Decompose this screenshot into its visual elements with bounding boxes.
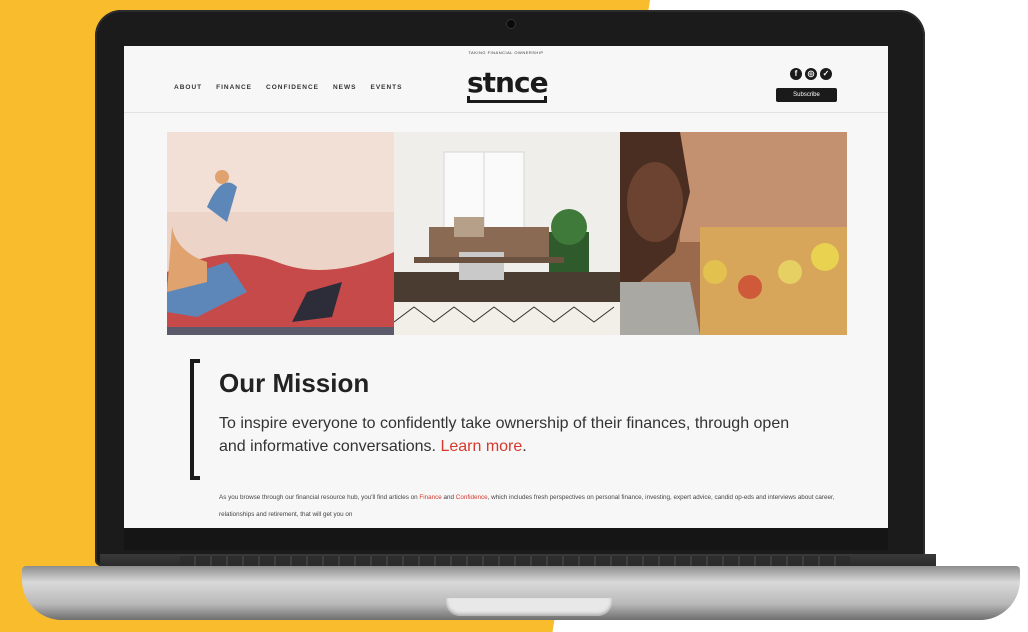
mission-title: Our Mission <box>219 368 370 398</box>
screen-bezel-bottom <box>124 528 888 550</box>
intro-paragraph: As you browse through our financial reso… <box>219 489 839 523</box>
laptop-opening-notch <box>446 598 612 616</box>
camera-icon <box>507 20 515 28</box>
mission-bracket <box>190 359 200 480</box>
learn-more-link[interactable]: Learn more <box>440 438 522 455</box>
site-tagline: Taking financial ownership <box>468 50 544 55</box>
confidence-link[interactable]: Confidence <box>456 494 488 501</box>
header-divider <box>124 112 888 113</box>
intro-part-1: As you browse through our financial reso… <box>219 494 420 501</box>
site-logo[interactable]: stnce <box>467 66 549 99</box>
hero-image-illustration <box>167 132 394 335</box>
nav-item-events[interactable]: EVENTS <box>370 84 402 91</box>
finance-link[interactable]: Finance <box>419 494 441 501</box>
twitter-icon[interactable]: ✓ <box>820 68 832 80</box>
nav-item-confidence[interactable]: CONFIDENCE <box>266 84 319 91</box>
main-nav: ABOUT FINANCE CONFIDENCE NEWS EVENTS <box>174 84 403 91</box>
nav-item-news[interactable]: NEWS <box>333 84 357 91</box>
social-links: f ◎ ✓ <box>790 68 832 80</box>
facebook-icon[interactable]: f <box>790 68 802 80</box>
laptop-screen: Taking financial ownership ABOUT FINANCE… <box>124 46 888 528</box>
instagram-icon[interactable]: ◎ <box>805 68 817 80</box>
intro-part-2: and <box>441 494 456 501</box>
mission-statement: To inspire everyone to confidently take … <box>219 412 819 458</box>
hero-image-living-room <box>393 132 621 335</box>
mission-period: . <box>522 438 527 455</box>
hero-image-woman-shopping <box>620 132 848 335</box>
nav-item-finance[interactable]: FINANCE <box>216 84 252 91</box>
subscribe-button[interactable]: Subscribe <box>776 88 837 102</box>
logo-bracket <box>467 96 547 103</box>
hero-image-strip <box>167 132 848 335</box>
nav-item-about[interactable]: ABOUT <box>174 84 202 91</box>
